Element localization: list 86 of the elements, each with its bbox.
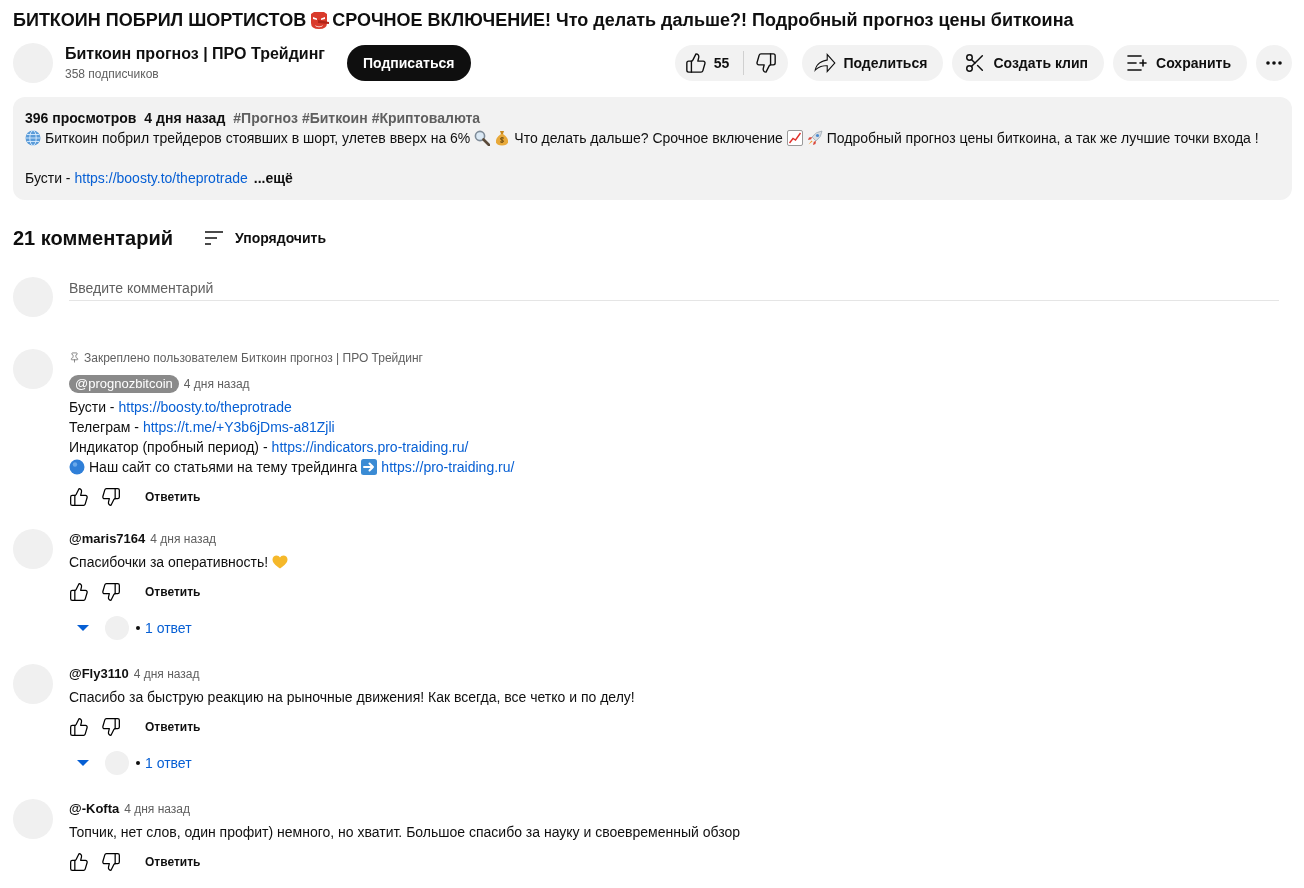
dislike-button[interactable] [101, 717, 121, 737]
arrow-right-icon [361, 459, 378, 475]
reply-button[interactable]: Ответить [145, 585, 201, 599]
share-button[interactable]: Поделиться [802, 45, 944, 81]
more-link[interactable]: ...ещё [253, 170, 293, 186]
clip-button[interactable]: Создать клип [952, 45, 1105, 81]
thumbs-down-icon [101, 582, 121, 602]
like-button[interactable] [69, 717, 89, 737]
description-link[interactable]: https://boosty.to/theprotrade [74, 168, 248, 188]
comment-time: 4 дня назад [183, 377, 250, 391]
comment-text: Топчик, нет слов, один профит) немного, но хватит. Большое спасибо за науку и своевременный обзор [69, 823, 740, 842]
thumbs-up-icon [684, 52, 707, 74]
magnifier-icon [474, 130, 491, 146]
like-button[interactable] [69, 852, 89, 872]
comment-text: Наш сайт со статьями на тему трейдинга [89, 458, 358, 477]
comment-time: 4 дня назад [124, 802, 191, 816]
share-arrow-icon [814, 53, 837, 73]
comment-link[interactable]: https://indicators.pro-traiding.ru/ [271, 437, 469, 457]
dislike-button[interactable] [101, 582, 121, 602]
pin-icon [69, 352, 80, 363]
save-button[interactable]: Сохранить [1113, 45, 1247, 81]
channel-name[interactable]: Биткоин прогноз | ПРО Трейдинг [65, 43, 325, 65]
thumbs-down-icon [101, 852, 121, 872]
description-text: Что делать дальше? Срочное включение [514, 129, 783, 148]
dot-icon [69, 459, 85, 475]
heart-icon [272, 554, 289, 570]
thumbs-up-icon [69, 717, 89, 737]
replies-link[interactable]: 1 ответ [145, 620, 192, 636]
caret-down-icon [77, 760, 89, 766]
rocket-icon [806, 130, 823, 146]
pinned-label: Закреплено пользователем Биткоин прогноз | ПРО Трейдинг [84, 350, 423, 365]
mask-icon [309, 10, 330, 30]
video-title: БИТКОИН ПОБРИЛ ШОРТИСТОВ [13, 9, 307, 32]
thumbs-up-icon [69, 582, 89, 602]
comment-time: 4 дня назад [150, 532, 217, 546]
description-text: Биткоин побрил трейдеров стоявших в шорт, улетев вверх на 6% [45, 129, 471, 148]
more-button[interactable] [1256, 45, 1292, 81]
bullet-icon [136, 626, 140, 630]
reply-button[interactable]: Ответить [145, 490, 201, 504]
comment-link[interactable]: https://pro-traiding.ru/ [381, 457, 515, 477]
video-title: СРОЧНОЕ ВКЛЮЧЕНИЕ! Что делать дальше?! Подробный прогноз цены биткоина [332, 9, 1074, 32]
dislike-button[interactable] [101, 852, 121, 872]
like-button[interactable] [69, 487, 89, 507]
comment-text: Спасибо за быструю реакцию на рыночные движения! Как всегда, все четко и по делу! [69, 688, 635, 707]
globe-icon [25, 130, 41, 146]
sort-button[interactable]: Упорядочить [205, 230, 327, 246]
author-name[interactable]: @maris7164 [69, 530, 146, 548]
description-text: Подробный прогноз цены биткоина, а так же лучшие точки входа ! [826, 129, 1259, 148]
subscribe-button[interactable]: Подписаться [346, 45, 471, 81]
description-panel[interactable] [13, 97, 1292, 200]
dislike-button[interactable] [744, 45, 789, 81]
thumbs-up-icon [69, 852, 89, 872]
replies-link[interactable]: 1 ответ [145, 755, 192, 771]
comment-text: Спасибочки за оперативность! [69, 553, 269, 572]
bullet-icon [136, 761, 140, 765]
subscriber-count: 358 подписчиков [65, 66, 159, 83]
comment-text: Индикатор (пробный период) - [69, 438, 268, 457]
like-button[interactable] [69, 582, 89, 602]
thumbs-down-icon [755, 52, 778, 74]
author-name[interactable]: @-Kofta [69, 800, 120, 818]
comment-link[interactable]: https://t.me/+Y3b6jDms-a81Zjli [142, 417, 335, 437]
hashtag-link[interactable]: #Прогноз [233, 108, 298, 128]
thumbs-down-icon [101, 487, 121, 507]
sort-icon [205, 231, 224, 245]
comment-text: Бусти - [69, 398, 115, 417]
more-icon [1266, 61, 1282, 65]
comment-text: Телеграм - [69, 418, 139, 437]
dislike-button[interactable] [101, 487, 121, 507]
money-bag-icon [494, 130, 511, 146]
thumbs-down-icon [101, 717, 121, 737]
view-count: 396 просмотров [25, 109, 137, 128]
author-name[interactable]: @Fly3110 [69, 665, 129, 683]
comment-time: 4 дня назад [133, 667, 200, 681]
description-text: Бусти - [25, 169, 71, 188]
hashtag-link[interactable]: #Криптовалюта [371, 108, 481, 128]
like-button[interactable]: 55 [674, 45, 744, 81]
comment-link[interactable]: https://boosty.to/theprotrade [118, 397, 292, 417]
caret-down-icon [77, 625, 89, 631]
chart-icon [786, 130, 803, 146]
hashtag-link[interactable]: #Биткоин [301, 108, 368, 128]
reply-button[interactable]: Ответить [145, 720, 201, 734]
reply-button[interactable]: Ответить [145, 855, 201, 869]
thumbs-up-icon [69, 487, 89, 507]
upload-date: 4 дня назад [144, 109, 226, 128]
comment-input[interactable]: Введите комментарий [69, 277, 1279, 301]
comment-count: 21 комментарий [13, 226, 174, 251]
